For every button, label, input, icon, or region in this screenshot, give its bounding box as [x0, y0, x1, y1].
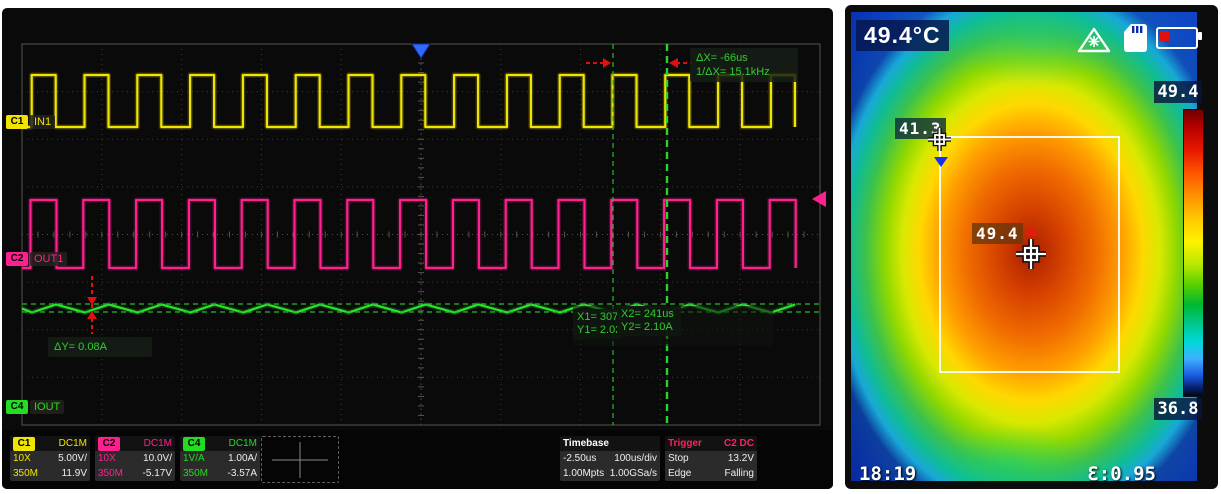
c2-coupling: DC1M [144, 438, 172, 449]
y2-value: Y2= 2.10A [621, 321, 677, 334]
spot-temperature: 49.4°C [856, 20, 949, 51]
x2-value: X2= 241us [621, 308, 677, 321]
blue-cursor-triangle [934, 157, 948, 167]
c1-alias-label: IN1 [30, 115, 55, 129]
cursor-x2y2-box: X2= 241us Y2= 2.10A [617, 306, 681, 336]
delta-y-readout: ΔY= 0.08A [48, 337, 152, 357]
channel-badge-c4[interactable]: C4 IOUT [6, 399, 64, 414]
battery-nub [1198, 32, 1202, 40]
thermal-image: 49.4°C 49.4 [851, 12, 1197, 481]
delta-y-value: ΔY= 0.08A [54, 340, 146, 354]
c4-offset: -3.57A [228, 466, 257, 481]
c2-bandwidth: 350M [98, 466, 123, 481]
delta-x-readout: ΔX= -66us 1/ΔX= 15.1kHz [690, 48, 798, 82]
timebase-samplerate: 1.00GSa/s [610, 466, 657, 481]
red-cursor-triangle [1024, 226, 1038, 236]
c4-bandwidth: 350M [183, 466, 208, 481]
trigger-box[interactable]: Trigger C2 DC Stop 13.2V Edge Falling [665, 436, 757, 481]
laser-warning-icon [1076, 26, 1112, 54]
marker-center-label: 49.4 [972, 223, 1023, 244]
thermal-panel: 49.4°C 49.4 [845, 5, 1218, 489]
c2-status-chip: C2 [98, 437, 120, 451]
trigger-title: Trigger [668, 438, 702, 449]
crosshair-marker-center-icon[interactable] [1016, 239, 1046, 269]
c2-scale: 10.0V/ [143, 451, 172, 466]
crosshair-marker-high-icon[interactable] [928, 128, 951, 151]
timebase-delay: -2.50us [563, 451, 596, 466]
c2-offset: -5.17V [143, 466, 172, 481]
c4-alias-label: IOUT [30, 400, 64, 414]
c1-chip: C1 [6, 115, 28, 129]
c1-bandwidth: 350M [13, 466, 38, 481]
trigger-type: Edge [668, 466, 691, 481]
channel-badge-c1[interactable]: C1 IN1 [6, 114, 55, 129]
c1-probe: 10X [13, 451, 31, 466]
c1-scale: 5.00V/ [58, 451, 87, 466]
timebase-scale: 100us/div [614, 451, 657, 466]
scale-max-label: 49.4 [1154, 81, 1202, 103]
c2-probe: 10X [98, 451, 116, 466]
trigger-position-marker[interactable] [412, 44, 430, 58]
clock-time: 18:19 [859, 463, 916, 485]
timebase-title: Timebase [563, 438, 609, 449]
battery-charge-bar [1160, 31, 1169, 41]
c2-alias-label: OUT1 [30, 252, 67, 266]
screenshot-canvas: C1 IN1 C2 OUT1 C4 IOUT ΔX= -66us 1/ΔX= 1… [0, 0, 1221, 494]
c1-offset: 11.9V [62, 466, 87, 481]
cursor-x1y1-box: X1= 307u Y1= 2.02 [573, 309, 623, 339]
delta-x-value: ΔX= -66us [696, 51, 792, 65]
trigger-level-marker[interactable] [812, 191, 826, 207]
c1-status-chip: C1 [13, 437, 35, 451]
trigger-level: 13.2V [728, 451, 754, 466]
trigger-source: C2 DC [724, 438, 754, 449]
oscilloscope-panel: C1 IN1 C2 OUT1 C4 IOUT ΔX= -66us 1/ΔX= 1… [2, 8, 833, 489]
battery-low-icon [1156, 27, 1198, 49]
c4-scale: 1.00A/ [228, 451, 257, 466]
c1-coupling: DC1M [59, 438, 87, 449]
c4-status-chip: C4 [183, 437, 205, 451]
trace-c1-in1 [22, 75, 795, 127]
emissivity-value: Ɛ:0.95 [1087, 463, 1156, 485]
inv-delta-x-value: 1/ΔX= 15.1kHz [696, 65, 792, 79]
channel-status-c1[interactable]: C1 DC1M 10X 5.00V/ 350M 11.9V [10, 436, 90, 481]
scope-status-bar: C1 DC1M 10X 5.00V/ 350M 11.9V C2 DC1M 10X 1… [2, 430, 833, 489]
trigger-status: Stop [668, 451, 689, 466]
add-channel-button[interactable] [261, 436, 339, 483]
sd-card-icon [1123, 23, 1149, 53]
y1-value: Y1= 2.02 [577, 324, 619, 337]
dx-arrowhead-right-icon [603, 58, 611, 68]
plus-icon [272, 442, 328, 478]
scale-min-label: 36.8 [1154, 398, 1202, 420]
c4-chip: C4 [6, 400, 28, 414]
trigger-slope: Falling [725, 466, 754, 481]
timebase-box[interactable]: Timebase -2.50us 100us/div 1.00Mpts 1.00GS… [560, 436, 660, 481]
temperature-colorbar [1183, 109, 1204, 397]
c4-coupling: DC1M [229, 438, 257, 449]
trace-c2-out1-glow [22, 200, 796, 268]
c4-probe: 1V/A [183, 451, 205, 466]
channel-status-c2[interactable]: C2 DC1M 10X 10.0V/ 350M -5.17V [95, 436, 175, 481]
channel-badge-c2[interactable]: C2 OUT1 [6, 251, 67, 266]
timebase-memory: 1.00Mpts [563, 466, 604, 481]
c2-chip: C2 [6, 252, 28, 266]
channel-status-c4[interactable]: C4 DC1M 1V/A 1.00A/ 350M -3.57A [180, 436, 260, 481]
x1-value: X1= 307u [577, 311, 619, 324]
